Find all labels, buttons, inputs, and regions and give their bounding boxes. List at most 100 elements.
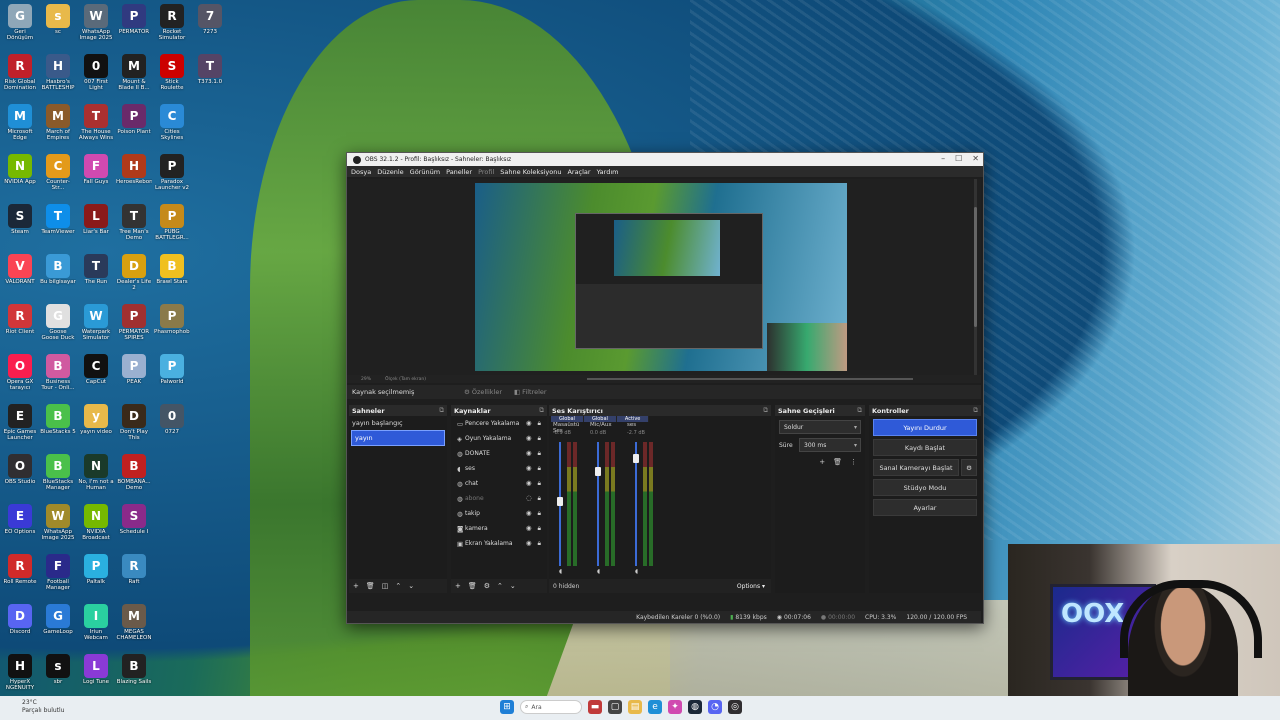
add-icon[interactable]: + <box>353 582 359 590</box>
source-item[interactable]: ◍ abone ◌ 🔒︎ <box>451 491 547 506</box>
lock-icon[interactable]: 🔒︎ <box>538 419 541 428</box>
eye-icon[interactable]: ◉ <box>526 434 532 443</box>
fader-knob[interactable] <box>595 466 601 476</box>
program-canvas[interactable] <box>475 183 847 371</box>
desktop-icon[interactable]: B Bu bilgisayar <box>40 252 76 298</box>
zoom-mode[interactable]: Ölçek (Tam ekran) <box>385 377 426 382</box>
desktop-icon[interactable]: M MEGAS CHAMELEON <box>116 602 152 648</box>
eye-icon[interactable]: ◉ <box>526 539 532 548</box>
desktop-icon[interactable]: B BOMBANA... Demo <box>116 452 152 498</box>
desktop-icon[interactable]: H Hasbro's BATTLESHIP <box>40 52 76 98</box>
scene-item[interactable]: yayın başlangıç <box>349 416 447 430</box>
edge-icon[interactable]: e <box>648 700 662 714</box>
start-record-button[interactable]: Kaydı Başlat <box>873 439 977 456</box>
desktop-icon[interactable]: I Iriun Webcam <box>78 602 114 648</box>
desktop-icon[interactable]: O OBS Studio <box>2 452 38 498</box>
steam-icon[interactable]: ◍ <box>688 700 702 714</box>
filter-icon[interactable]: ◫ <box>382 582 389 590</box>
desktop-icon[interactable]: M Mount & Blade II B... <box>116 52 152 98</box>
desktop-icon[interactable]: L Logi Tune <box>78 652 114 698</box>
title-bar[interactable]: OBS 32.1.2 - Profil: Başlıksız - Sahnele… <box>347 153 983 166</box>
eye-icon[interactable]: ◉ <box>526 419 532 428</box>
desktop-icon[interactable]: D Don't Play This <box>116 402 152 448</box>
source-item[interactable]: ▣ Ekran Yakalama ◉ 🔒︎ <box>451 536 547 551</box>
desktop-icon[interactable]: D Dealer's Life 2 <box>116 252 152 298</box>
desktop-icon[interactable]: P PEAK <box>116 352 152 398</box>
desktop-icon[interactable]: E EO Options <box>2 502 38 548</box>
transition-select[interactable]: Soldur <box>779 420 861 434</box>
desktop-icon[interactable]: B Blazing Sails <box>116 652 152 698</box>
desktop-icon[interactable]: R Rocket Simulator <box>154 2 190 48</box>
file-explorer-icon[interactable]: ▤ <box>628 700 642 714</box>
lock-icon[interactable]: 🔒︎ <box>538 494 541 503</box>
speaker-icon[interactable]: ◖ <box>635 568 638 575</box>
source-item[interactable]: ▭ Pencere Yakalama ◉ 🔒︎ <box>451 416 547 431</box>
desktop-icon[interactable]: N NVIDIA Broadcast <box>78 502 114 548</box>
source-item[interactable]: ◍ DONATE ◉ 🔒︎ <box>451 446 547 461</box>
source-item[interactable]: ◈ Oyun Yakalama ◉ 🔒︎ <box>451 431 547 446</box>
duration-input[interactable]: 300 ms <box>799 438 861 452</box>
add-icon[interactable]: + <box>455 582 461 590</box>
preview-area[interactable] <box>347 179 981 375</box>
taskbar-search[interactable]: ⌕ Ara <box>520 700 582 714</box>
windows-start-icon[interactable]: ⊞ <box>500 700 514 714</box>
desktop-icon[interactable]: W WhatsApp Image 2025 <box>78 2 114 48</box>
gear-icon[interactable]: ⚙ <box>484 582 490 590</box>
trash-icon[interactable]: 🗑 <box>468 582 477 590</box>
trash-icon[interactable]: 🗑 <box>833 458 842 466</box>
desktop-icon[interactable]: S Steam <box>2 202 38 248</box>
menu-duzenle[interactable]: Düzenle <box>377 168 403 176</box>
speaker-icon[interactable]: ◖ <box>597 568 600 575</box>
desktop-icon[interactable]: B Brawl Stars <box>154 252 190 298</box>
desktop-icon[interactable]: P PERMATOR SPIRES <box>116 302 152 348</box>
undock-icon[interactable]: ⧉ <box>973 406 978 415</box>
desktop-icon[interactable]: G Goose Goose Duck <box>40 302 76 348</box>
add-icon[interactable]: + <box>819 458 825 466</box>
lock-icon[interactable]: 🔒︎ <box>538 539 541 548</box>
preview-scrollbar[interactable] <box>974 179 977 375</box>
undock-icon[interactable]: ⧉ <box>539 406 544 415</box>
desktop-icon[interactable]: P Palworld <box>154 352 190 398</box>
desktop-icon[interactable]: L Liar's Bar <box>78 202 114 248</box>
desktop-icon[interactable]: T The House Always Wins <box>78 102 114 148</box>
desktop-icon[interactable]: S Stick Roulette <box>154 52 190 98</box>
desktop-icon[interactable]: 0 007 First Light <box>78 52 114 98</box>
desktop-icon[interactable]: s sc <box>40 2 76 48</box>
virtual-camera-settings[interactable]: ⚙ <box>961 459 977 476</box>
fader-knob[interactable] <box>633 454 639 464</box>
desktop-icon[interactable]: T Tree Man's Demo <box>116 202 152 248</box>
menu-gorunum[interactable]: Görünüm <box>410 168 440 176</box>
desktop-icon[interactable]: O Opera GX tarayıcı <box>2 352 38 398</box>
mixer-options-button[interactable]: Options ▾ <box>737 583 765 590</box>
close-icon[interactable]: ✕ <box>972 154 979 163</box>
task-view-icon[interactable]: ▢ <box>608 700 622 714</box>
desktop-icon[interactable]: T T373.1.0 <box>192 52 228 98</box>
undock-icon[interactable]: ⧉ <box>857 406 862 415</box>
desktop-icon[interactable]: G Geri Dönüşüm <box>2 2 38 48</box>
properties-button[interactable]: ⚙ Özellikler <box>464 388 502 396</box>
discord-icon[interactable]: ◔ <box>708 700 722 714</box>
eye-off-icon[interactable]: ◌ <box>526 494 532 503</box>
desktop-icon[interactable]: M Microsoft Edge <box>2 102 38 148</box>
menu-sahne-koleksiyonu[interactable]: Sahne Koleksiyonu <box>500 168 561 176</box>
eye-icon[interactable]: ◉ <box>526 479 532 488</box>
minimize-icon[interactable]: – <box>941 154 945 163</box>
desktop-icon[interactable]: N NVIDIA App <box>2 152 38 198</box>
arrow-down-icon[interactable]: ⌄ <box>510 582 516 590</box>
arrow-up-icon[interactable]: ⌃ <box>497 582 503 590</box>
maximize-icon[interactable]: ☐ <box>955 154 962 163</box>
arrow-up-icon[interactable]: ⌃ <box>395 582 401 590</box>
desktop-icon[interactable]: E Epic Games Launcher <box>2 402 38 448</box>
desktop-icon[interactable]: N No, I'm not a Human <box>78 452 114 498</box>
preview-hscroll[interactable] <box>587 378 913 380</box>
menu-profil[interactable]: Profil <box>478 168 494 176</box>
desktop-icon[interactable]: B BlueStacks Manager <box>40 452 76 498</box>
desktop-icon[interactable]: 0 0727 <box>154 402 190 448</box>
copilot-icon[interactable]: ✦ <box>668 700 682 714</box>
desktop-icon[interactable]: W Waterpark Simulator <box>78 302 114 348</box>
arrow-down-icon[interactable]: ⌄ <box>408 582 414 590</box>
weather-widget[interactable]: 23°C Parçalı bulutlu <box>22 699 64 715</box>
more-icon[interactable]: ⋮ <box>850 458 857 466</box>
desktop-icon[interactable]: C Counter-Str... <box>40 152 76 198</box>
desktop-icon[interactable]: B BlueStacks 5 <box>40 402 76 448</box>
